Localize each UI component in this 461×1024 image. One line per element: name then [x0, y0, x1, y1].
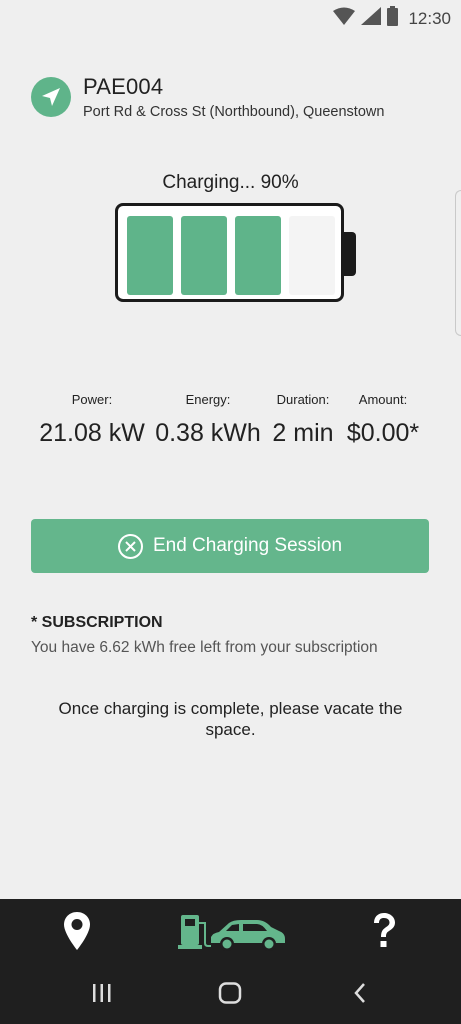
metric-value: $0.00*: [346, 419, 420, 447]
metric-label: Energy:: [185, 392, 231, 407]
location-pin-icon[interactable]: [45, 899, 109, 962]
close-circle-icon: [117, 533, 143, 559]
subscription-text: You have 6.62 kWh free left from your su…: [31, 639, 378, 656]
metric-value: 21.08 kW: [39, 419, 145, 447]
vacate-notice: Once charging is complete, please vacate…: [58, 699, 403, 739]
wifi-icon: [333, 7, 356, 30]
end-charging-session-label: End Charging Session: [152, 535, 343, 556]
recent-apps-icon[interactable]: [80, 962, 124, 1024]
metric-label: Duration:: [276, 392, 330, 407]
end-charging-session-button[interactable]: End Charging Session: [31, 519, 429, 573]
metric-value: 0.38 kWh: [155, 419, 261, 447]
metric-energy: Energy: 0.38 kWh: [154, 392, 262, 448]
back-icon[interactable]: [338, 962, 382, 1024]
system-navigation-bar: [0, 962, 461, 1024]
charging-car-icon[interactable]: [172, 899, 290, 962]
battery-indicator: [115, 203, 344, 302]
charging-status: Charging... 90%: [162, 172, 299, 193]
metric-value: 2 min: [272, 419, 334, 447]
battery-cell: [289, 216, 335, 295]
battery-terminal: [344, 232, 356, 276]
home-icon[interactable]: [208, 962, 252, 1024]
battery-cell: [127, 216, 173, 295]
status-bar: 12:30: [0, 0, 461, 34]
station-address: Port Rd & Cross St (Northbound), Queenst…: [83, 104, 385, 120]
metric-amount: Amount: $0.00*: [344, 392, 422, 448]
clock: 12:30: [408, 8, 451, 28]
bottom-navigation: [0, 899, 461, 962]
edge-panel-handle[interactable]: [455, 190, 461, 336]
metric-duration: Duration: 2 min: [266, 392, 340, 448]
battery-cell: [235, 216, 281, 295]
battery-icon: [387, 6, 399, 31]
station-code: PAE004: [83, 74, 164, 99]
metric-label: Amount:: [358, 392, 408, 407]
subscription-title: * SUBSCRIPTION: [31, 614, 163, 631]
signal-icon: [361, 7, 382, 30]
metric-power: Power: 21.08 kW: [38, 392, 146, 448]
battery-cell: [181, 216, 227, 295]
metric-label: Power:: [71, 392, 113, 407]
navigation-arrow-icon[interactable]: [31, 77, 71, 117]
help-icon[interactable]: [354, 899, 414, 962]
station-header: PAE004 Port Rd & Cross St (Northbound), …: [31, 74, 384, 120]
